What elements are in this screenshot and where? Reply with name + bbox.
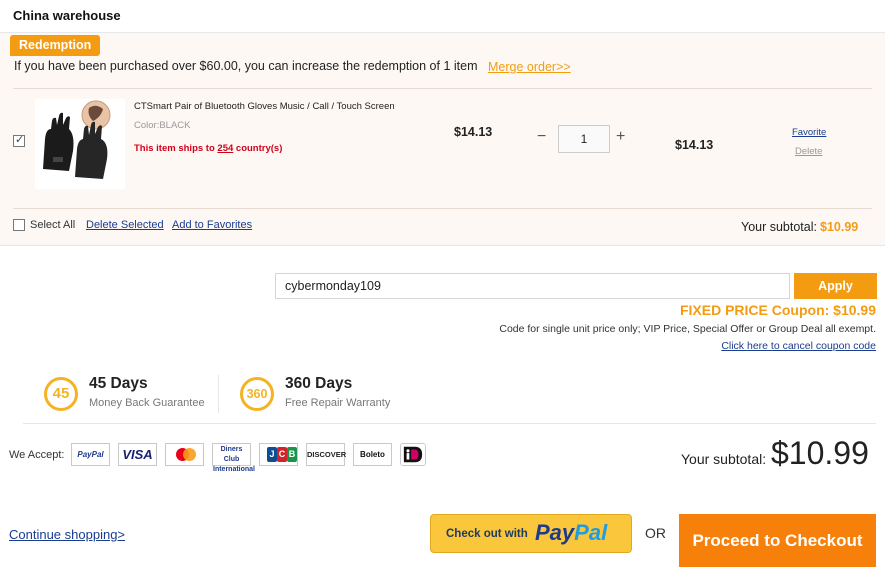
visa-logo-icon: VISA [118,443,157,466]
repair-warranty-subtitle: Free Repair Warranty [285,397,391,409]
apply-coupon-button[interactable]: Apply [794,273,877,299]
redemption-badge: Redemption [10,35,101,56]
diners-club-logo-icon: Diners Club International [212,443,255,473]
boleto-logo-icon: Boleto [353,443,392,466]
quantity-increase-button[interactable]: + [616,128,625,146]
paypal-button-prefix: Check out with [446,528,528,540]
unit-price: $14.13 [454,125,493,139]
add-to-favorites-link[interactable]: Add to Favorites [172,219,252,231]
delete-link[interactable]: Delete [795,146,822,157]
line-total: $14.13 [675,138,714,152]
paypal-logo-icon: PayPal [71,443,110,466]
guarantee-bar: 45 45 Days Money Back Guarantee 360 360 … [23,365,876,424]
summary-subtotal-label: Your subtotal: [681,451,767,467]
coupon-note: Code for single unit price only; VIP Pri… [499,323,876,335]
warehouse-title: China warehouse [13,8,121,23]
warehouse-header: China warehouse [0,0,885,33]
cart-item-row: CTSmart Pair of Bluetooth Gloves Music /… [13,88,872,209]
ships-to-note: This item ships to 254 country(s) [134,143,282,154]
coupon-title: FIXED PRICE Coupon: $10.99 [679,302,876,318]
mastercard-logo-icon [165,443,204,466]
favorite-link[interactable]: Favorite [792,127,826,138]
quantity-input[interactable]: 1 [558,125,610,153]
proceed-to-checkout-button[interactable]: Proceed to Checkout [679,514,876,567]
paypal-wordmark-icon: PayPal [535,520,608,545]
ships-to-suffix: country(s) [235,143,283,154]
bulk-actions-row: Select All Delete Selected Add to Favori… [13,219,872,235]
panel-subtotal-value: $10.99 [820,220,859,234]
coupon-code-input[interactable] [275,273,790,299]
item-checkbox[interactable] [13,133,25,147]
merge-order-link[interactable]: Merge order>> [488,60,571,74]
cart-panel: Redemption If you have been purchased ov… [0,33,885,246]
product-name[interactable]: CTSmart Pair of Bluetooth Gloves Music /… [134,101,395,112]
product-color: Color:BLACK [134,120,191,131]
select-all-label[interactable]: Select All [30,219,75,231]
we-accept-label: We Accept: [9,449,65,461]
or-separator: OR [645,525,666,541]
delete-selected-link[interactable]: Delete Selected [86,219,164,231]
jcb-logo-icon: J C B [259,443,298,466]
ships-to-prefix: This item ships to [134,143,215,154]
redemption-message: If you have been purchased over $60.00, … [14,59,478,73]
quantity-decrease-button[interactable]: − [537,128,546,146]
money-back-subtitle: Money Back Guarantee [89,397,205,409]
repair-warranty-title: 360 Days [285,375,353,392]
summary-subtotal-value: $10.99 [771,435,869,471]
ships-to-count[interactable]: 254 [217,143,233,154]
guarantee-divider [218,375,219,413]
repair-warranty-badge-icon: 360 [240,377,274,411]
ideal-logo-icon [400,443,426,466]
product-image[interactable] [35,99,125,189]
paypal-checkout-button[interactable]: Check out with PayPal [430,514,632,553]
money-back-badge-icon: 45 [44,377,78,411]
money-back-title: 45 Days [89,375,148,392]
discover-logo-icon: DISCOVER [306,443,346,466]
cancel-coupon-link[interactable]: Click here to cancel coupon code [721,340,876,352]
panel-subtotal-label: Your subtotal: [741,220,817,234]
continue-shopping-link[interactable]: Continue shopping> [9,527,125,542]
select-all-checkbox[interactable] [13,219,25,231]
